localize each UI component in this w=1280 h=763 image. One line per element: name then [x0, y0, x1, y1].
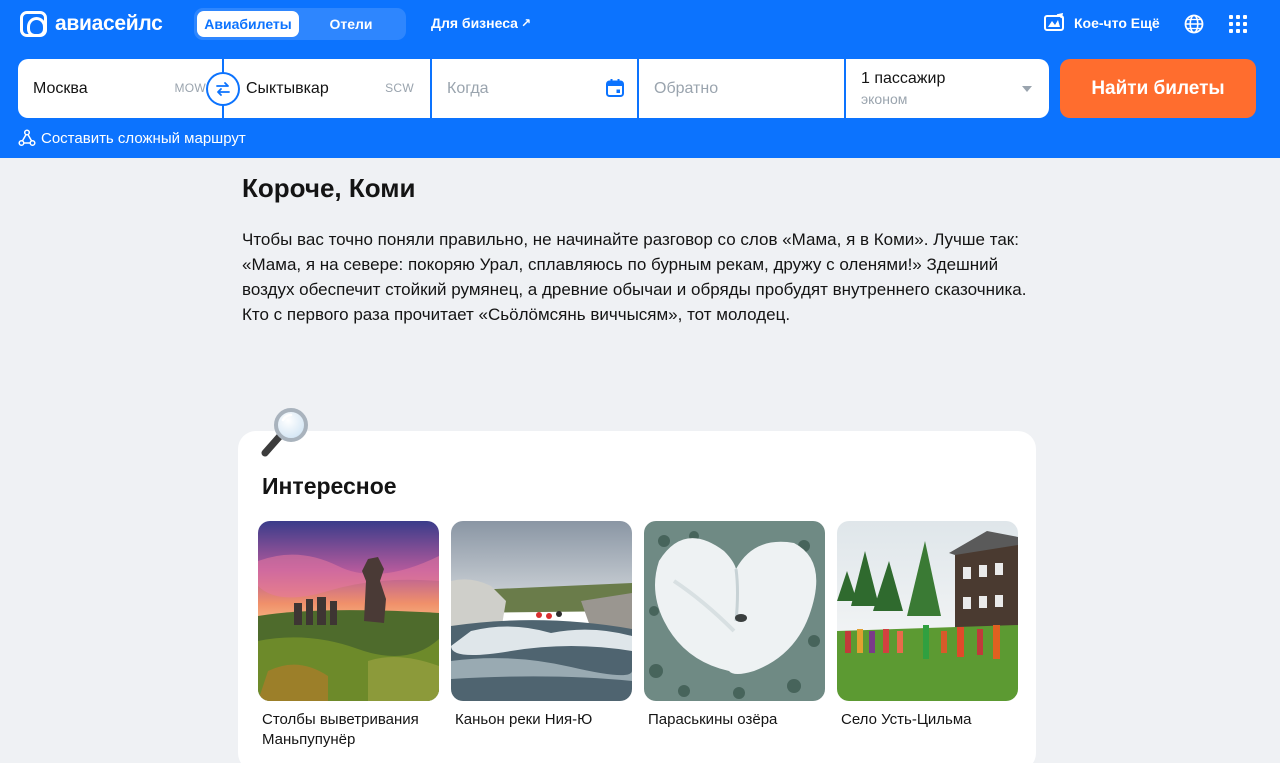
tab-hotels[interactable]: Отели [299, 11, 403, 37]
depart-date-placeholder: Когда [447, 79, 489, 97]
destination-city: Сыктывкар [246, 79, 329, 97]
ust-tsilma-photo [837, 521, 1018, 701]
interesting-item-manpupuner[interactable]: Столбы выветривания Маньпупунёр [258, 521, 439, 750]
destination-code: SCW [385, 81, 414, 95]
find-tickets-button[interactable]: Найти билеты [1060, 59, 1256, 118]
external-arrow-icon: ↗ [520, 16, 532, 30]
product-switcher: Авиабилеты Отели [194, 8, 406, 40]
tab-flights[interactable]: Авиабилеты [197, 11, 299, 37]
interesting-item-niya-yu-canyon[interactable]: Каньон реки Ния-Ю [451, 521, 632, 750]
interesting-item-paraskiny-lakes[interactable]: Параськины озёра [644, 521, 825, 750]
destination-field[interactable]: Сыктывкар SCW [224, 59, 430, 118]
interesting-item-ust-tsilma[interactable]: Село Усть-Цильма [837, 521, 1018, 750]
more-menu-label: Кое-что Ещё [1074, 15, 1160, 31]
logo-icon [20, 11, 47, 37]
top-bar: авиасейлс Авиабилеты Отели Для бизнеса ↗… [0, 0, 1280, 48]
top-header: авиасейлс Авиабилеты Отели Для бизнеса ↗… [0, 0, 1280, 158]
passengers-field[interactable]: 1 пассажир эконом [846, 59, 1049, 118]
intro-paragraph: Чтобы вас точно поняли правильно, не нач… [242, 230, 1027, 324]
complex-route-link[interactable]: Составить сложный маршрут [18, 129, 246, 147]
origin-code: MOW [174, 81, 206, 95]
interesting-item-caption: Параськины озёра [648, 711, 778, 728]
magnifying-glass-icon [261, 408, 308, 457]
manpupuner-photo [258, 521, 439, 701]
more-menu-button[interactable]: Кое-что Ещё [1044, 13, 1160, 33]
route-nodes-icon [18, 129, 36, 147]
chevron-down-icon [1022, 86, 1032, 92]
return-date-placeholder: Обратно [654, 79, 719, 97]
search-form: Москва MOW Сыктывкар SCW Когда Обратно 1… [18, 59, 1049, 118]
complex-route-label: Составить сложный маршрут [41, 129, 246, 147]
globe-icon[interactable] [1184, 14, 1204, 34]
interesting-item-caption: Село Усть-Цильма [841, 711, 972, 728]
interesting-item-caption: Столбы выветривания Маньпупунёр [262, 711, 419, 748]
logo-text: авиасейлс [55, 12, 163, 35]
swap-cities-button[interactable] [208, 74, 238, 104]
passengers-count: 1 пассажир [861, 70, 946, 87]
niya-yu-canyon-photo [451, 521, 632, 701]
origin-city: Москва [33, 79, 88, 97]
cabin-class: эконом [861, 91, 908, 107]
interesting-list: Столбы выветривания Маньпупунёр Каньон р… [258, 521, 1018, 750]
return-date-field[interactable]: Обратно [639, 59, 844, 118]
business-link[interactable]: Для бизнеса ↗ [431, 15, 531, 31]
interesting-title: Интересное [262, 473, 397, 499]
interesting-card: Интересное Столбы выветривания Маньпупун… [238, 431, 1036, 763]
calendar-icon [606, 79, 624, 97]
interesting-item-caption: Каньон реки Ния-Ю [455, 711, 593, 728]
page-title: Короче, Коми [242, 173, 416, 203]
depart-date-field[interactable]: Когда [432, 59, 637, 118]
origin-field[interactable]: Москва MOW [18, 59, 222, 118]
swap-arrows-icon [216, 82, 230, 96]
more-stuff-icon [1044, 13, 1064, 31]
apps-grid-icon[interactable] [1229, 15, 1247, 33]
business-link-label: Для бизнеса [431, 15, 518, 31]
paraskiny-lakes-photo [644, 521, 825, 701]
logo[interactable]: авиасейлс [20, 11, 163, 37]
